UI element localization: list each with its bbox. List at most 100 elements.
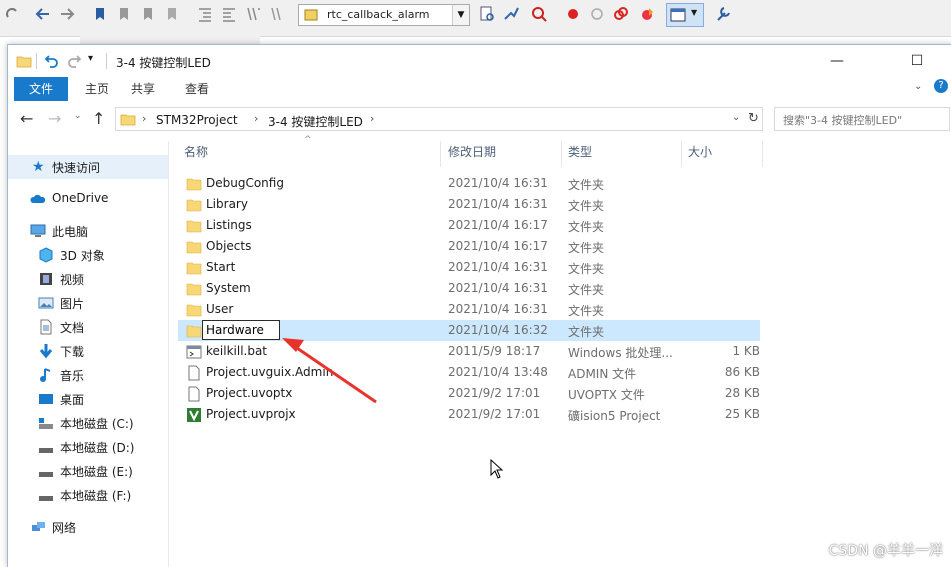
bookmark-next-icon[interactable]	[140, 5, 158, 23]
bookmark-clear-icon[interactable]	[164, 5, 182, 23]
nav-documents[interactable]: 文档	[8, 315, 168, 339]
nav-label: 文档	[60, 321, 85, 335]
chevron-down-icon[interactable]: ▼	[452, 5, 469, 25]
nav-quick-access[interactable]: ★ 快速访问	[8, 155, 168, 179]
forward-arrow-icon[interactable]: →	[48, 109, 61, 128]
file-date: 2021/9/2 17:01	[448, 386, 541, 400]
column-divider[interactable]	[561, 141, 562, 167]
file-row-selected[interactable]: 2021/10/4 16:32 文件夹	[178, 320, 760, 341]
uncomment-icon[interactable]	[268, 5, 286, 23]
file-row[interactable]: Project.uvoptx 2021/9/2 17:01 UVOPTX 文件 …	[178, 383, 760, 404]
column-divider[interactable]	[762, 141, 763, 167]
function-combo-value: rtc_callback_alarm	[327, 8, 430, 21]
ribbon-expand-icon[interactable]: ⌄	[914, 81, 922, 92]
forward-arrow-icon[interactable]	[58, 5, 76, 23]
help-icon[interactable]: ?	[934, 79, 948, 93]
file-row[interactable]: System 2021/10/4 16:31 文件夹	[178, 278, 760, 299]
file-row[interactable]: Listings 2021/10/4 16:17 文件夹	[178, 215, 760, 236]
nav-3d-objects[interactable]: 3D 对象	[8, 243, 168, 267]
wrench-icon[interactable]	[714, 5, 732, 23]
indent-icon[interactable]	[196, 5, 214, 23]
redo-icon[interactable]	[66, 53, 82, 69]
nav-drive-f[interactable]: 本地磁盘 (F:)	[8, 483, 168, 507]
folder-icon	[16, 56, 32, 68]
breakpoint-clear-icon[interactable]	[638, 5, 656, 23]
minimize-button[interactable]: —	[814, 45, 860, 77]
redo-icon[interactable]	[4, 5, 22, 23]
file-size: 25 KB	[724, 407, 760, 421]
file-date: 2021/10/4 13:48	[448, 365, 548, 379]
file-row[interactable]: DebugConfig 2021/10/4 16:31 文件夹	[178, 173, 760, 194]
breadcrumb-separator-icon[interactable]: ›	[142, 112, 146, 125]
annotation-arrow-icon	[282, 338, 377, 404]
breadcrumb-separator-icon[interactable]: ›	[254, 112, 258, 125]
debug-start-icon[interactable]	[530, 5, 548, 23]
bookmark-icon[interactable]	[92, 5, 110, 23]
column-divider[interactable]	[681, 141, 682, 167]
column-header-type[interactable]: 类型	[568, 143, 592, 171]
file-row[interactable]: Project.uvprojx 2021/9/2 17:01 礦ision5 P…	[178, 404, 760, 425]
window-layout-button[interactable]: ▼	[666, 3, 704, 27]
nav-desktop[interactable]: 桌面	[8, 387, 168, 411]
column-header-date[interactable]: 修改日期	[448, 143, 496, 171]
comment-icon[interactable]	[244, 5, 262, 23]
file-row[interactable]: User 2021/10/4 16:31 文件夹	[178, 299, 760, 320]
address-row: ← → ⌄ ↑ › STM32Project › 3-4 按键控制LED › ⌄…	[8, 103, 951, 137]
back-arrow-icon[interactable]: ←	[20, 109, 33, 128]
breadcrumb-current-folder[interactable]: 3-4 按键控制LED	[268, 113, 363, 130]
search-input[interactable]: 搜索"3-4 按键控制LED"	[774, 107, 950, 131]
nav-drive-c[interactable]: 本地磁盘 (C:)	[8, 411, 168, 435]
address-bar[interactable]: › STM32Project › 3-4 按键控制LED › ⌄ ↻	[115, 107, 763, 131]
undo-icon[interactable]	[44, 53, 60, 69]
breakpoint-kill-icon[interactable]	[612, 5, 630, 23]
divider	[106, 53, 107, 69]
nav-drive-e[interactable]: 本地磁盘 (E:)	[8, 459, 168, 483]
refresh-icon[interactable]: ↻	[748, 111, 759, 126]
file-row[interactable]: Objects 2021/10/4 16:17 文件夹	[178, 236, 760, 257]
file-row[interactable]: Start 2021/10/4 16:31 文件夹	[178, 257, 760, 278]
unindent-icon[interactable]	[220, 5, 238, 23]
file-type: Windows 批处理...	[568, 346, 673, 360]
column-divider[interactable]	[440, 141, 441, 167]
bookmark-prev-icon[interactable]	[116, 5, 134, 23]
nav-pictures[interactable]: 图片	[8, 291, 168, 315]
nav-network[interactable]: 网络	[8, 515, 168, 539]
tab-share[interactable]: 共享	[116, 77, 170, 101]
column-header-size[interactable]: 大小	[688, 143, 712, 171]
nav-this-pc[interactable]: 此电脑	[8, 219, 168, 243]
nav-music[interactable]: 音乐	[8, 363, 168, 387]
back-arrow-icon[interactable]	[34, 5, 52, 23]
tab-view[interactable]: 查看	[170, 77, 224, 101]
quick-access-toolbar-dropdown-icon[interactable]: ▾	[88, 53, 93, 64]
breakpoint-disable-icon[interactable]	[588, 5, 606, 23]
breadcrumb-stm32project[interactable]: STM32Project	[156, 113, 238, 127]
file-row[interactable]: Project.uvguix.Admin 2021/10/4 13:48 ADM…	[178, 362, 760, 383]
function-combo[interactable]: rtc_callback_alarm ▼	[298, 4, 470, 26]
file-type: 文件夹	[568, 241, 605, 255]
window-layout-icon	[670, 8, 686, 22]
file-row[interactable]: Library 2021/10/4 16:31 文件夹	[178, 194, 760, 215]
find-in-files-icon[interactable]	[478, 5, 496, 23]
nav-downloads[interactable]: 下载	[8, 339, 168, 363]
column-header-name[interactable]: 名称	[184, 143, 208, 171]
tab-file[interactable]: 文件	[14, 77, 68, 101]
build-target-icon[interactable]	[502, 5, 520, 23]
up-arrow-icon[interactable]: ↑	[92, 109, 105, 128]
address-dropdown-icon[interactable]: ⌄	[732, 112, 740, 123]
breakpoint-icon[interactable]	[564, 5, 582, 23]
nav-onedrive[interactable]: OneDrive	[8, 187, 168, 211]
folder-icon	[186, 220, 202, 233]
function-icon	[304, 9, 318, 21]
maximize-button[interactable]: ☐	[894, 45, 940, 77]
rename-input[interactable]	[202, 320, 280, 340]
drive-icon	[39, 472, 53, 477]
nav-label: OneDrive	[52, 191, 109, 205]
nav-drive-d[interactable]: 本地磁盘 (D:)	[8, 435, 168, 459]
nav-label: 本地磁盘 (F:)	[60, 489, 132, 503]
pane-divider[interactable]	[168, 141, 169, 567]
file-row[interactable]: keilkill.bat 2011/5/9 18:17 Windows 批处理.…	[178, 341, 760, 362]
nav-videos[interactable]: 视频	[8, 267, 168, 291]
recent-locations-icon[interactable]: ⌄	[74, 111, 82, 121]
breadcrumb-separator-icon[interactable]: ›	[370, 112, 374, 125]
folder-icon	[186, 262, 202, 275]
